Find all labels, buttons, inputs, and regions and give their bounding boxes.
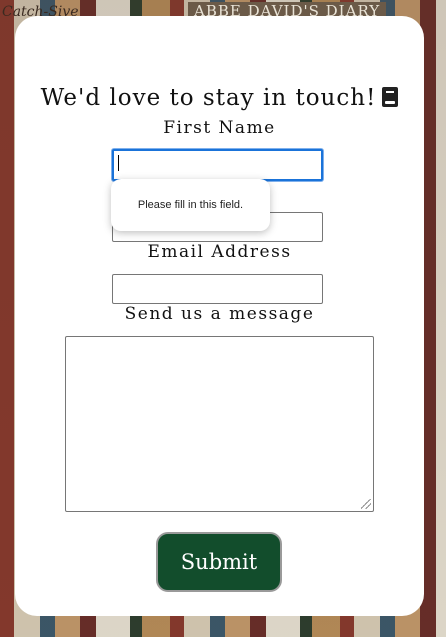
form-title: We'd love to stay in touch! <box>15 85 424 111</box>
submit-button[interactable]: Submit <box>156 532 282 592</box>
email-label: Email Address <box>147 242 292 262</box>
form-title-text: We'd love to stay in touch! <box>40 85 377 111</box>
message-textarea[interactable] <box>65 336 374 512</box>
contact-form-card: We'd love to stay in touch! First Name E… <box>15 16 424 616</box>
first-name-input[interactable] <box>112 149 323 181</box>
book-icon <box>382 87 399 107</box>
message-label: Send us a message <box>124 304 315 324</box>
text-caret <box>118 155 119 171</box>
resize-handle-icon[interactable] <box>361 499 371 509</box>
email-input[interactable] <box>112 274 323 304</box>
first-name-label: First Name <box>163 118 276 138</box>
validation-tooltip: Please fill in this field. <box>111 179 270 231</box>
